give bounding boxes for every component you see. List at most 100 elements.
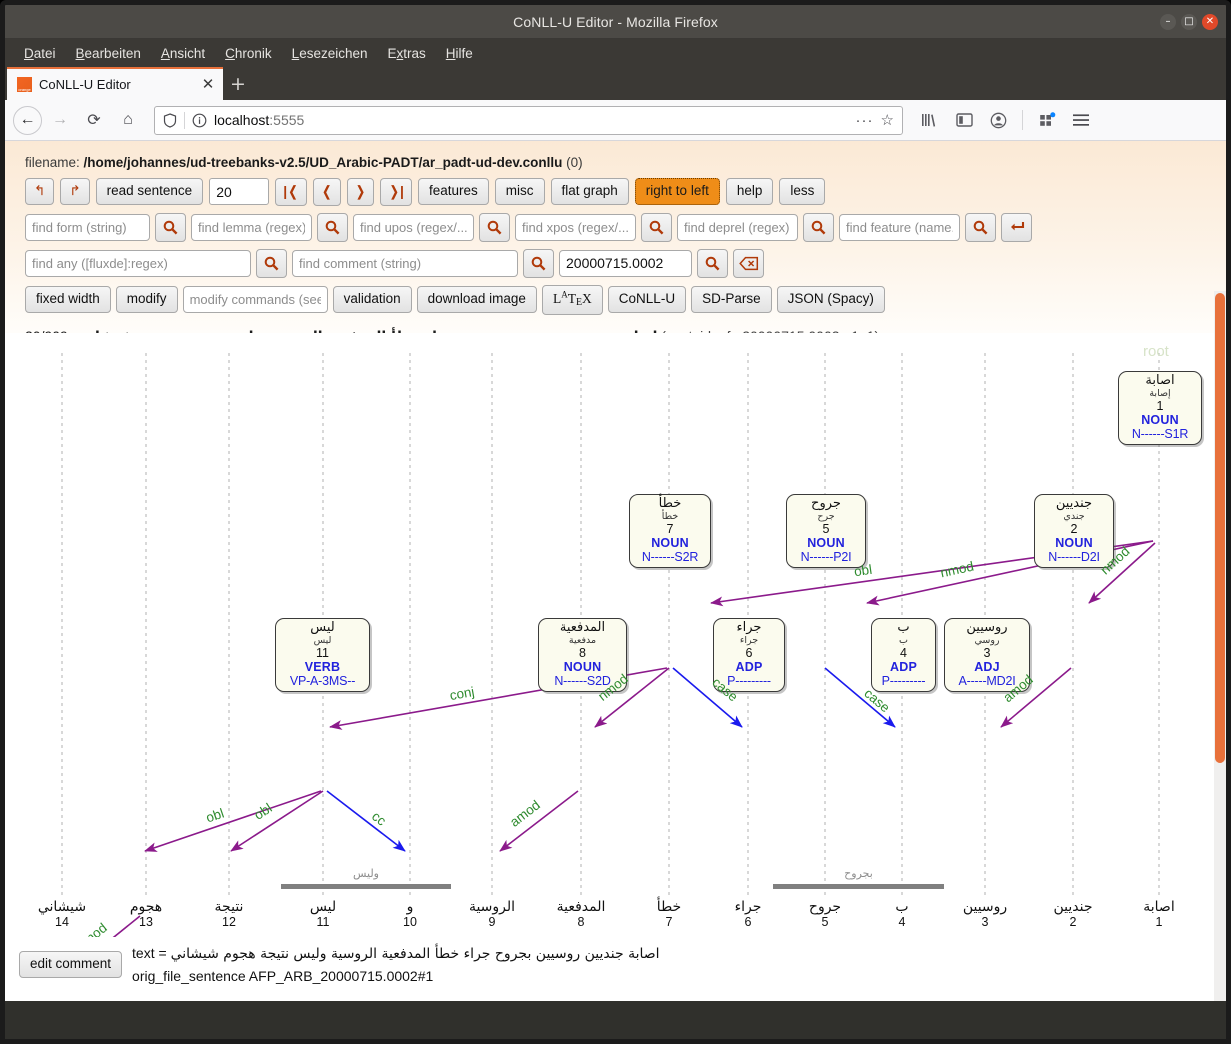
fixed-width-button[interactable]: fixed width	[25, 286, 111, 313]
word-token[interactable]: اصابة 1	[1114, 899, 1204, 929]
json-spacy-button[interactable]: JSON (Spacy)	[776, 286, 885, 313]
address-bar[interactable]: localhost:5555 ··· ☆	[154, 105, 903, 135]
forward-icon[interactable]: →	[44, 105, 76, 135]
node-index: 11	[316, 646, 329, 661]
search-id-input[interactable]	[559, 249, 692, 277]
download-image-button[interactable]: download image	[416, 286, 537, 313]
edit-comment-button[interactable]: edit comment	[19, 951, 123, 978]
word-token[interactable]: ليس 11	[278, 899, 368, 929]
scrollbar-thumb[interactable]	[1215, 293, 1225, 763]
search-upos-icon[interactable]	[479, 212, 510, 242]
clear-search-icon[interactable]	[733, 248, 764, 278]
word-token[interactable]: شيشاني 14	[17, 899, 107, 929]
account-icon[interactable]	[983, 105, 1013, 135]
help-button[interactable]: help	[725, 178, 774, 206]
sd-parse-button[interactable]: SD-Parse	[691, 286, 772, 313]
node-lemma: مدفعية	[568, 634, 597, 646]
word-token[interactable]: روسيين 3	[940, 899, 1030, 929]
word-token[interactable]: جنديين 2	[1028, 899, 1118, 929]
search-id-icon[interactable]	[697, 248, 728, 278]
page-actions-icon[interactable]: ···	[856, 112, 874, 129]
word-token[interactable]: نتيجة 12	[184, 899, 274, 929]
maximize-button[interactable]: □	[1181, 14, 1197, 30]
search-xpos-icon[interactable]	[641, 212, 672, 242]
word-token[interactable]: هجوم 13	[101, 899, 191, 929]
redo-button[interactable]: ↱	[60, 178, 90, 206]
close-icon[interactable]: ✕	[199, 77, 217, 92]
search-feature-icon[interactable]	[965, 212, 996, 242]
word-index: 1	[1155, 915, 1163, 929]
right-to-left-button[interactable]: right to left	[634, 178, 720, 206]
word-token[interactable]: الروسية 9	[447, 899, 537, 929]
word-token[interactable]: و 10	[365, 899, 455, 929]
conllu-button[interactable]: CoNLL-U	[607, 286, 687, 313]
misc-button[interactable]: misc	[494, 178, 545, 206]
search-enter-icon[interactable]	[1001, 212, 1032, 242]
prev-sentence-button[interactable]: ❬	[312, 178, 341, 206]
root-label: root	[1143, 343, 1169, 360]
find-upos-input[interactable]	[353, 213, 474, 241]
tree-node[interactable]: خطأ خطأ 7 NOUN N------S2R	[629, 494, 711, 569]
modify-button[interactable]: modify	[115, 286, 178, 313]
node-upos: NOUN	[807, 536, 845, 551]
menu-chronik[interactable]: Chronik	[216, 43, 281, 64]
search-lemma-icon[interactable]	[317, 212, 348, 242]
sentence-number-input[interactable]	[209, 178, 270, 206]
word-token[interactable]: ب4	[857, 899, 947, 929]
sidebar-icon[interactable]	[949, 105, 979, 135]
search-form-icon[interactable]	[155, 212, 186, 242]
next-sentence-button[interactable]: ❭	[346, 178, 375, 206]
find-comment-input[interactable]	[292, 249, 518, 277]
search-deprel-icon[interactable]	[803, 212, 834, 242]
undo-button[interactable]: ↰	[25, 178, 55, 206]
menu-extras[interactable]: Extras	[379, 43, 435, 64]
word-index: 8	[577, 915, 585, 929]
find-feature-input[interactable]	[839, 213, 960, 241]
menu-hilfe[interactable]: Hilfe	[437, 43, 482, 64]
tree-node[interactable]: اصابة إصابة 1 NOUN N------S1R	[1118, 371, 1202, 446]
menu-datei[interactable]: Datei	[15, 43, 65, 64]
word-token[interactable]: خطأ 7	[624, 899, 714, 929]
extensions-icon[interactable]	[1032, 105, 1062, 135]
find-form-input[interactable]	[25, 213, 150, 241]
tree-node[interactable]: جروح جرح 5 NOUN N------P2I	[786, 494, 866, 569]
search-comment-icon[interactable]	[523, 248, 554, 278]
browser-window: CoNLL-U Editor - Mozilla Firefox – □ ✕ D…	[0, 0, 1231, 1044]
dependency-edge[interactable]	[144, 790, 322, 852]
word-index: 12	[222, 915, 236, 929]
modify-commands-input[interactable]	[182, 286, 328, 313]
menu-bearbeiten[interactable]: Bearbeiten	[67, 43, 150, 64]
latex-button[interactable]: LATEX	[541, 284, 603, 315]
word-token[interactable]: المدفعية 8	[536, 899, 626, 929]
tree-node[interactable]: ليس ليس 11 VERB VP-A-3MS--	[275, 618, 370, 693]
search-any-icon[interactable]	[256, 248, 287, 278]
menu-ansicht[interactable]: Ansicht	[152, 43, 214, 64]
close-button[interactable]: ✕	[1202, 14, 1218, 30]
tree-node[interactable]: ب ب 4 ADP P---------	[871, 618, 936, 693]
read-sentence-button[interactable]: read sentence	[95, 178, 204, 206]
first-sentence-button[interactable]: |❬	[275, 178, 307, 206]
last-sentence-button[interactable]: ❭|	[380, 178, 412, 206]
new-tab-button[interactable]: +	[223, 67, 253, 100]
features-button[interactable]: features	[417, 178, 489, 206]
home-icon[interactable]: ⌂	[112, 105, 144, 135]
reload-icon[interactable]: ⟳	[78, 105, 110, 135]
find-any-input[interactable]	[25, 249, 251, 277]
back-icon[interactable]: ←	[13, 105, 42, 135]
less-button[interactable]: less	[779, 178, 826, 206]
find-lemma-input[interactable]	[191, 213, 312, 241]
tree-node[interactable]: جنديين جندي 2 NOUN N------D2I	[1034, 494, 1114, 569]
hamburger-menu-icon[interactable]	[1066, 105, 1096, 135]
word-index: 2	[1069, 915, 1077, 929]
library-icon[interactable]	[915, 105, 945, 135]
bookmark-star-icon[interactable]: ☆	[881, 111, 894, 129]
validation-button[interactable]: validation	[332, 286, 412, 313]
node-lemma: ليس	[313, 634, 332, 646]
find-deprel-input[interactable]	[677, 213, 798, 241]
minimize-button[interactable]: –	[1160, 14, 1176, 30]
menu-lesezeichen[interactable]: Lesezeichen	[283, 43, 377, 64]
find-xpos-input[interactable]	[515, 213, 636, 241]
flat-graph-button[interactable]: flat graph	[550, 178, 629, 206]
tab-conllu-editor[interactable]: orange CoNLL-U Editor ✕	[7, 67, 223, 100]
page-scrollbar[interactable]	[1214, 291, 1226, 1001]
